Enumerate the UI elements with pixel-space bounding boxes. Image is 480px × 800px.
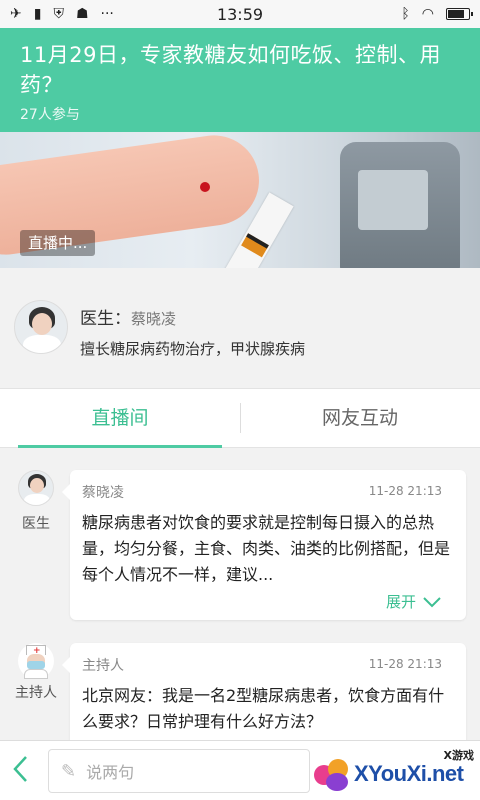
host-avatar[interactable]: +	[18, 643, 54, 679]
tab-user-interaction[interactable]: 网友互动	[240, 389, 480, 447]
status-bar: ✈ ▮ ⛨ ☗ ··· 13:59 ᛒ ◠	[0, 0, 480, 28]
message-text: 北京网友：我是一名2型糖尿病患者，饮食方面有什么要求？日常护理有什么好方法？	[82, 686, 445, 731]
message-bubble[interactable]: 蔡晓凌 11-28 21:13 糖尿病患者对饮食的要求就是控制每日摄入的总热量，…	[62, 470, 466, 620]
comment-placeholder: 说两句	[86, 763, 135, 782]
status-right-icons: ᛒ ◠	[300, 6, 473, 22]
doctor-name-row: 医生：蔡晓凌	[80, 304, 176, 329]
pencil-icon: ✎	[61, 760, 77, 782]
sim-icon: ▮	[33, 6, 42, 22]
message-role: 医生	[22, 516, 50, 532]
message-role: 主持人	[15, 685, 57, 701]
doctor-label: 医生：	[80, 309, 131, 329]
live-status-badge: 直播中...	[20, 230, 96, 256]
message-text: 糖尿病患者对饮食的要求就是控制每日摄入的总热量，均匀分餐，主食、肉类、油类的比例…	[82, 513, 451, 584]
event-title: 11月29日，专家教糖友如何吃饭、控制、用药？	[20, 43, 441, 97]
tab-divider	[240, 403, 241, 433]
message-item: + 主持人 主持人 11-28 21:13 北京网友：我是一名2型糖尿病患者，饮…	[0, 643, 480, 753]
message-time: 11-28 21:13	[368, 484, 442, 498]
watermark-site-text: XYouXi.net	[354, 761, 464, 786]
expand-label: 展开	[385, 593, 416, 611]
chevron-down-icon	[423, 596, 441, 607]
participant-count: 27人参与	[20, 107, 80, 123]
message-time: 11-28 21:13	[368, 657, 442, 671]
tab-live-room[interactable]: 直播间	[0, 389, 240, 448]
doctor-name: 蔡晓凌	[131, 310, 177, 328]
back-button[interactable]	[10, 753, 38, 789]
bluetooth-icon: ᛒ	[401, 6, 410, 22]
doctor-small-avatar[interactable]	[18, 470, 54, 506]
message-author: 蔡晓凌	[82, 485, 124, 501]
doctor-card[interactable]: 医生：蔡晓凌 擅长糖尿病药物治疗，甲状腺疾病	[0, 268, 480, 388]
message-bubble[interactable]: 主持人 11-28 21:13 北京网友：我是一名2型糖尿病患者，饮食方面有什么…	[62, 643, 466, 753]
shield-icon: ⛨	[53, 6, 64, 22]
message-author: 主持人	[82, 658, 124, 674]
tab-bar: 直播间 网友互动	[0, 388, 480, 448]
status-time: 13:59	[216, 4, 264, 24]
message-item: 医生 蔡晓凌 11-28 21:13 糖尿病患者对饮食的要求就是控制每日摄入的总…	[0, 470, 480, 622]
more-icon: ···	[100, 6, 114, 22]
comment-input[interactable]: ✎ 说两句	[48, 749, 310, 793]
bottom-bar: ✎ 说两句 X游戏 XYouXi.net	[0, 740, 480, 800]
chevron-left-icon	[13, 756, 27, 782]
doctor-avatar[interactable]	[14, 300, 68, 354]
gamepad-logo-icon	[312, 755, 352, 795]
event-header: 11月29日，专家教糖友如何吃饭、控制、用药？ 27人参与	[0, 28, 480, 132]
status-left-icons: ✈ ▮ ⛨ ☗ ···	[10, 7, 180, 21]
watermark-logo: X游戏 XYouXi.net	[312, 745, 480, 799]
doctor-specialty: 擅长糖尿病药物治疗，甲状腺疾病	[80, 340, 306, 358]
airplane-icon: ✈	[10, 6, 22, 22]
blood-drop	[200, 182, 210, 192]
android-icon: ☗	[75, 6, 89, 22]
wifi-icon: ◠	[421, 6, 434, 22]
expand-button[interactable]: 展开	[386, 591, 442, 612]
glucose-meter	[340, 142, 460, 268]
battery-icon	[446, 8, 473, 20]
